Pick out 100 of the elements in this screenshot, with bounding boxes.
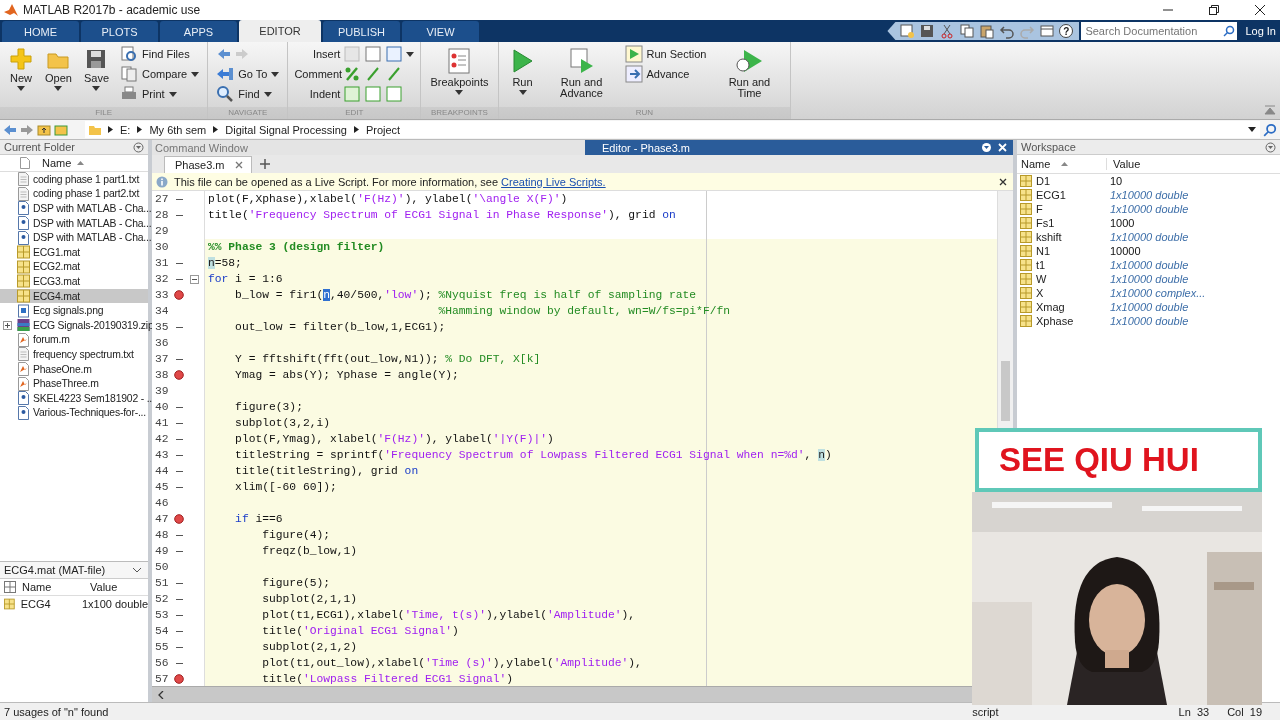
ribbon-button[interactable]: Open <box>42 45 75 93</box>
executable-line-dash[interactable] <box>175 598 183 600</box>
panel-menu-icon[interactable] <box>133 141 144 153</box>
executable-line-dash[interactable] <box>175 550 183 552</box>
executable-line-dash[interactable] <box>175 646 183 648</box>
column-header[interactable]: Name <box>22 581 84 593</box>
log-in-link[interactable]: Log In <box>1239 25 1280 37</box>
caret-icon[interactable] <box>406 51 415 57</box>
executable-line-dash[interactable] <box>175 438 183 440</box>
live-scripts-link[interactable]: Creating Live Scripts. <box>501 175 606 188</box>
dropdown-icon[interactable] <box>1248 127 1256 132</box>
close-icon[interactable] <box>999 177 1007 186</box>
ribbon-button[interactable]: Run Section <box>622 45 709 63</box>
column-header[interactable]: Value <box>90 581 118 593</box>
file-item[interactable]: ECG2.mat <box>0 259 148 275</box>
file-item[interactable]: coding phase 1 part2.txt <box>0 186 148 202</box>
ribbon-button[interactable]: New <box>6 45 36 93</box>
up-folder-icon[interactable] <box>37 123 51 136</box>
executable-line-dash[interactable] <box>175 582 183 584</box>
breakpoint-dot[interactable] <box>174 370 184 380</box>
executable-line-dash[interactable] <box>175 358 183 360</box>
file-tab[interactable]: Phase3.m <box>164 156 252 173</box>
file-item[interactable]: PhaseOne.m <box>0 361 148 377</box>
undo-icon[interactable] <box>999 23 1016 39</box>
cut-icon[interactable] <box>939 23 956 39</box>
copy-icon[interactable] <box>959 23 976 39</box>
file-item[interactable]: Various-Techniques-for-... <box>0 405 148 421</box>
path-segment[interactable]: Project <box>365 123 401 136</box>
scroll-left-icon[interactable] <box>158 690 164 699</box>
ribbon-button[interactable]: Save <box>80 45 112 93</box>
fold-icon[interactable] <box>190 274 199 284</box>
file-item[interactable]: forum.m <box>0 332 148 348</box>
ribbon-tab[interactable]: PLOTS <box>81 21 158 42</box>
variable-name[interactable]: D1 <box>1036 175 1106 187</box>
ribbon-button[interactable]: Run <box>504 45 541 97</box>
ribbon-button[interactable]: Find Files <box>118 45 202 63</box>
variable-name[interactable]: X <box>1036 287 1106 299</box>
path-segment[interactable]: E: <box>120 123 131 136</box>
address-field[interactable]: E: My 6th sem Digital Signal Processing Project <box>85 121 1260 138</box>
panel-header[interactable]: Command Window <box>152 140 585 155</box>
path-segment[interactable]: Digital Signal Processing <box>225 123 347 136</box>
search-icon[interactable] <box>1263 122 1277 137</box>
executable-line-dash[interactable] <box>175 534 183 536</box>
file-item[interactable]: ECG3.mat <box>0 274 148 289</box>
ribbon-button[interactable]: Run and Time <box>714 45 785 101</box>
executable-line-dash[interactable] <box>175 454 183 456</box>
executable-line-dash[interactable] <box>175 406 183 408</box>
executable-line-dash[interactable] <box>175 486 183 488</box>
variable-name[interactable]: ECG1 <box>1036 189 1106 201</box>
executable-line-dash[interactable] <box>175 614 183 616</box>
executable-line-dash[interactable] <box>175 262 183 264</box>
chevron-down-icon[interactable] <box>132 567 142 573</box>
column-header[interactable]: Name <box>42 157 72 169</box>
file-item[interactable]: PhaseThree.m <box>0 376 148 391</box>
column-header[interactable]: Value <box>1106 158 1141 170</box>
executable-line-dash[interactable] <box>175 422 183 424</box>
ribbon-tab[interactable]: PUBLISH <box>323 21 400 42</box>
variable-name[interactable]: W <box>1036 273 1106 285</box>
save-icon[interactable] <box>919 23 936 39</box>
ribbon-tab[interactable]: APPS <box>160 21 237 42</box>
back-icon[interactable] <box>3 123 17 136</box>
column-header[interactable]: Name <box>1021 158 1061 170</box>
ribbon-tab[interactable]: HOME <box>2 21 79 42</box>
ribbon-button[interactable]: Compare <box>118 65 202 83</box>
executable-line-dash[interactable] <box>175 278 183 280</box>
executable-line-dash[interactable] <box>175 326 183 328</box>
breakpoint-dot[interactable] <box>174 674 184 684</box>
ribbon-tab[interactable]: VIEW <box>402 21 479 42</box>
comment-icons-drawing[interactable] <box>344 65 403 83</box>
forward-icon[interactable] <box>20 123 34 136</box>
breakpoint-dot[interactable] <box>174 290 184 300</box>
executable-line-dash[interactable] <box>175 630 183 632</box>
panel-menu-icon[interactable] <box>981 142 992 153</box>
file-item[interactable]: ECG1.mat <box>0 244 148 260</box>
shortcut-icon[interactable] <box>899 23 916 39</box>
variable-name[interactable]: Fs1 <box>1036 217 1106 229</box>
window-layout-icon[interactable] <box>1039 23 1056 39</box>
ribbon-button[interactable]: Go To <box>214 65 282 83</box>
executable-line-dash[interactable] <box>175 198 183 200</box>
variable-name[interactable]: kshift <box>1036 231 1106 243</box>
variable-name[interactable]: N1 <box>1036 245 1106 257</box>
ribbon-button[interactable]: Advance <box>622 65 709 83</box>
file-item[interactable]: coding phase 1 part1.txt <box>0 172 148 187</box>
help-button[interactable]: ? <box>1059 24 1074 38</box>
breakpoint-dot[interactable] <box>174 514 184 524</box>
executable-line-dash[interactable] <box>175 662 183 664</box>
close-icon[interactable] <box>1254 4 1266 16</box>
executable-line-dash[interactable] <box>175 470 183 472</box>
new-tab-icon[interactable] <box>259 159 270 169</box>
file-item[interactable]: Ecg signals.png <box>0 303 148 318</box>
ribbon-button[interactable]: Run and Advance <box>546 45 617 101</box>
variable-name[interactable]: t1 <box>1036 259 1106 271</box>
variable-name[interactable]: Xphase <box>1036 315 1106 327</box>
paste-icon[interactable] <box>979 23 996 39</box>
executable-line-dash[interactable] <box>175 214 183 216</box>
variable-name[interactable]: Xmag <box>1036 301 1106 313</box>
ribbon-button[interactable]: Find <box>214 85 282 103</box>
ribbon-tab[interactable]: EDITOR <box>239 20 321 42</box>
panel-menu-icon[interactable] <box>1265 141 1276 153</box>
search-field[interactable]: Search Documentation <box>1081 22 1222 40</box>
